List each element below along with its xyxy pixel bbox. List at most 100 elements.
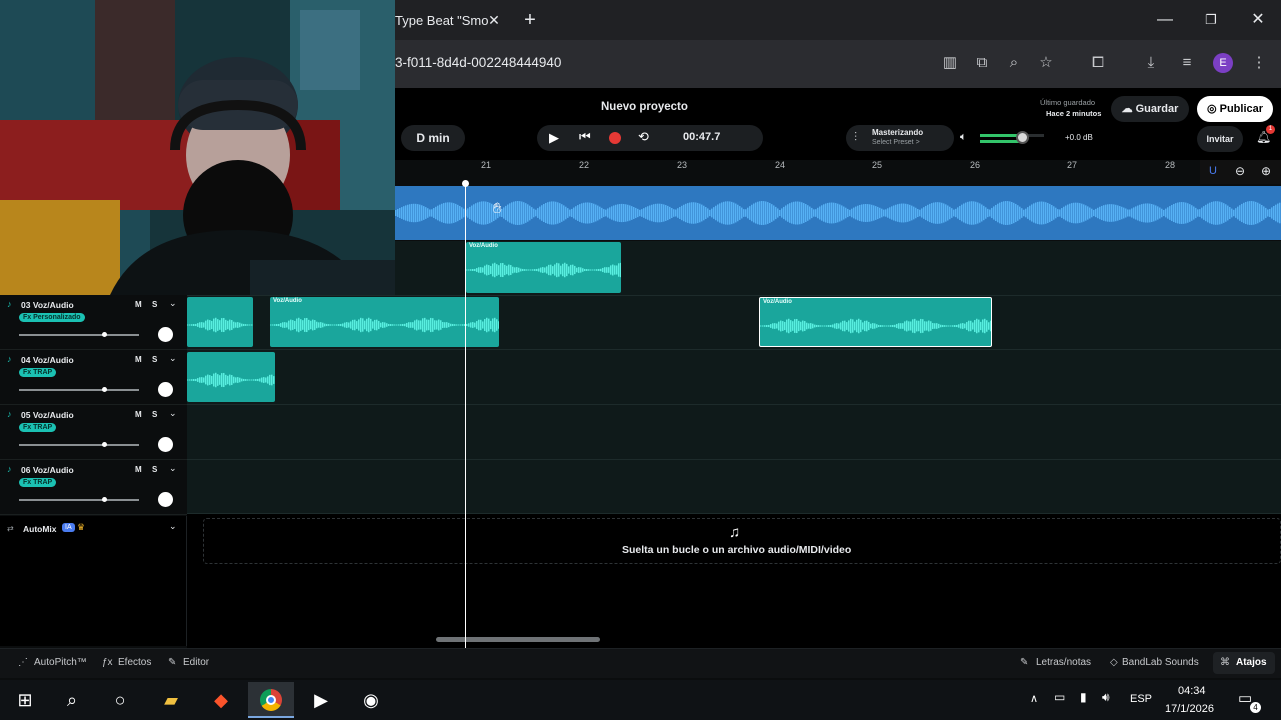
save-button[interactable]: ☁ Guardar <box>1111 96 1189 122</box>
clock-time[interactable]: 04:34 <box>1178 685 1206 697</box>
windows-start-icon[interactable]: ⊞ <box>2 682 48 718</box>
track-header[interactable]: ♪ 04 Voz/Audio M S ⌄ Fx TRAP <box>0 351 187 405</box>
bookmark-star-icon[interactable]: ☆ <box>1034 51 1058 75</box>
new-tab-icon[interactable]: + <box>515 5 545 35</box>
autopitch-button[interactable]: AutoPitch™ <box>34 657 87 668</box>
mute-button[interactable]: M <box>135 410 142 419</box>
browser-menu-icon[interactable]: ⋮ <box>1247 51 1271 75</box>
restore-icon[interactable]: ❐ <box>1196 5 1226 35</box>
file-explorer-icon[interactable]: ▰ <box>148 682 194 718</box>
tray-chevron-icon[interactable]: ∧ <box>1030 692 1038 705</box>
zoom-out-icon[interactable]: ⊖ <box>1235 164 1245 178</box>
chevron-down-icon[interactable]: ⌄ <box>169 298 177 309</box>
track-header[interactable]: ♪ 06 Voz/Audio M S ⌄ Fx TRAP <box>0 461 187 515</box>
window-close-icon[interactable]: ✕ <box>1243 5 1273 35</box>
network-icon[interactable]: ▭ <box>1054 690 1065 704</box>
chevron-down-icon[interactable]: ⌄ <box>169 408 177 419</box>
key-selector[interactable]: D min <box>401 125 465 151</box>
chevron-down-icon[interactable]: ⌄ <box>169 353 177 364</box>
solo-button[interactable]: S <box>152 300 157 309</box>
pan-knob[interactable] <box>158 327 173 342</box>
chrome-icon[interactable] <box>248 682 294 718</box>
profile-avatar[interactable]: E <box>1213 53 1233 73</box>
project-title[interactable]: Nuevo proyecto <box>601 101 688 113</box>
publish-button[interactable]: ◎ Publicar <box>1197 96 1273 122</box>
effects-button[interactable]: Efectos <box>118 657 151 668</box>
tab-close-icon[interactable]: ✕ <box>479 5 509 35</box>
speaker-icon[interactable]: 🔈︎ <box>960 131 967 144</box>
editor-button[interactable]: Editor <box>183 657 209 668</box>
track-volume-slider[interactable] <box>19 389 139 391</box>
track-name[interactable]: 05 Voz/Audio <box>21 410 74 420</box>
reading-mode-icon[interactable]: ▥ <box>938 51 962 75</box>
audio-clip[interactable] <box>187 352 275 402</box>
audio-clip[interactable] <box>187 297 253 347</box>
snap-magnet-icon[interactable]: U <box>1209 165 1217 177</box>
track-volume-handle[interactable] <box>102 332 107 337</box>
install-app-icon[interactable]: ⧉ <box>970 51 994 75</box>
recorder-icon[interactable]: ◉ <box>348 682 394 718</box>
clock-date[interactable]: 17/1/2026 <box>1165 703 1214 715</box>
playhead[interactable] <box>465 186 466 648</box>
track-name[interactable]: 03 Voz/Audio <box>21 300 74 310</box>
mute-button[interactable]: M <box>135 465 142 474</box>
minimize-icon[interactable]: — <box>1150 5 1180 35</box>
zoom-icon[interactable]: ⌕ <box>1002 51 1026 75</box>
language-indicator[interactable]: ESP <box>1130 693 1152 705</box>
horizontal-scrollbar[interactable] <box>436 637 600 642</box>
solo-button[interactable]: S <box>152 465 157 474</box>
track-volume-slider[interactable] <box>19 334 139 336</box>
master-waveform-track[interactable] <box>395 186 1281 240</box>
solo-button[interactable]: S <box>152 410 157 419</box>
drop-zone[interactable] <box>203 518 1281 564</box>
automix-label[interactable]: AutoMix <box>23 524 57 534</box>
volume-icon[interactable]: 🔊︎ <box>1102 690 1110 705</box>
track-header[interactable]: ♪ 03 Voz/Audio M S ⌄ Fx Personalizado <box>0 296 187 350</box>
record-icon[interactable] <box>609 132 621 144</box>
track-volume-handle[interactable] <box>102 442 107 447</box>
invite-button[interactable]: Invitar <box>1197 126 1243 152</box>
fx-badge[interactable]: Fx TRAP <box>19 368 57 377</box>
play-icon[interactable]: ▶ <box>549 130 559 146</box>
zoom-in-icon[interactable]: ⊕ <box>1261 164 1271 178</box>
track-volume-handle[interactable] <box>102 497 107 502</box>
timeline-ruler[interactable] <box>395 160 1281 186</box>
track-name[interactable]: 04 Voz/Audio <box>21 355 74 365</box>
playhead-handle[interactable] <box>462 180 469 187</box>
pan-knob[interactable] <box>158 437 173 452</box>
audio-clip[interactable]: Voz/Audio <box>466 242 621 293</box>
bandlab-sounds-button[interactable]: BandLab Sounds <box>1122 657 1199 668</box>
mute-button[interactable]: M <box>135 300 142 309</box>
waveform-sample <box>453 203 455 223</box>
master-volume-handle[interactable] <box>1016 131 1029 144</box>
downloads-icon[interactable]: ⤓ <box>1139 51 1163 75</box>
fx-badge[interactable]: Fx TRAP <box>19 423 57 432</box>
brave-icon[interactable]: ◆ <box>198 682 244 718</box>
address-bar[interactable]: 3-f011-8d4d-002248444940 <box>395 52 561 74</box>
cortana-icon[interactable]: ○ <box>97 682 143 718</box>
search-icon[interactable]: ⌕ <box>49 682 95 718</box>
lyrics-button[interactable]: Letras/notas <box>1036 657 1091 668</box>
fx-badge[interactable]: Fx Personalizado <box>19 313 85 322</box>
track-volume-slider[interactable] <box>19 499 139 501</box>
waveform-sample <box>340 323 342 327</box>
battery-icon[interactable]: ▮ <box>1080 690 1087 704</box>
track-volume-handle[interactable] <box>102 387 107 392</box>
track-volume-slider[interactable] <box>19 444 139 446</box>
track-name[interactable]: 06 Voz/Audio <box>21 465 74 475</box>
skip-back-icon[interactable]: ⏮ <box>579 129 591 145</box>
mute-button[interactable]: M <box>135 355 142 364</box>
loop-icon[interactable]: ⟲ <box>638 129 649 145</box>
audio-clip-selected[interactable]: Voz/Audio <box>759 297 992 347</box>
waveform-sample <box>274 324 276 326</box>
track-header[interactable]: ♪ 05 Voz/Audio M S ⌄ Fx TRAP <box>0 406 187 460</box>
media-control-icon[interactable]: ≡ <box>1175 51 1199 75</box>
chevron-down-icon[interactable]: ⌄ <box>169 463 177 474</box>
solo-button[interactable]: S <box>152 355 157 364</box>
chevron-down-icon[interactable]: ⌄ <box>169 521 177 532</box>
extensions-icon[interactable]: ⧠ <box>1086 51 1110 75</box>
fx-badge[interactable]: Fx TRAP <box>19 478 57 487</box>
pan-knob[interactable] <box>158 492 173 507</box>
media-player-icon[interactable]: ▶ <box>298 682 344 718</box>
pan-knob[interactable] <box>158 382 173 397</box>
